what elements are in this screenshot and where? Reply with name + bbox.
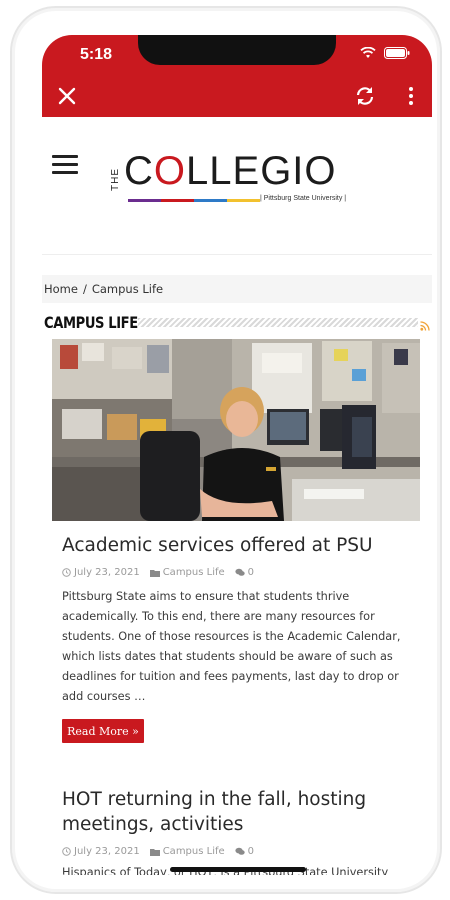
- article-meta: July 23, 2021 Campus Life 0: [62, 567, 264, 578]
- article-comments[interactable]: 0: [235, 846, 254, 857]
- section-hatch-divider: [138, 317, 418, 327]
- comment-icon: [235, 568, 245, 576]
- article-title-line: HOT returning in the fall, hosting: [62, 789, 367, 810]
- comment-icon: [235, 847, 245, 855]
- device-notch: [138, 35, 336, 65]
- article-date-text: July 23, 2021: [74, 567, 140, 578]
- article-title[interactable]: Academic services offered at PSU: [62, 533, 412, 558]
- more-vert-icon[interactable]: [406, 85, 416, 107]
- app-bar: 5:18: [42, 35, 432, 117]
- article-date-text: July 23, 2021: [74, 846, 140, 857]
- logo-wordmark: COLLEGIO: [124, 149, 337, 193]
- logo-subtitle: | Pittsburg State University |: [260, 195, 347, 202]
- article-card: HOT returning in the fall, hosting meeti…: [42, 771, 432, 875]
- read-more-button[interactable]: Read More »: [62, 719, 144, 743]
- logo-color-stripe: [128, 199, 260, 202]
- article-category-text: Campus Life: [162, 846, 225, 857]
- article-comments-count: 0: [247, 846, 255, 857]
- menu-icon[interactable]: [52, 155, 78, 174]
- folder-icon: [149, 848, 160, 856]
- breadcrumb-home[interactable]: Home: [44, 282, 78, 296]
- folder-icon: [149, 569, 160, 577]
- article-date: July 23, 2021: [62, 846, 140, 857]
- excerpt-line: Pittsburg State aims to ensure that stud…: [62, 590, 350, 603]
- clock-icon: [62, 568, 71, 577]
- section-title: CAMPUS LIFE: [44, 312, 138, 332]
- wifi-icon: [360, 47, 376, 58]
- screen: 5:18 THE COLLEGIO | Pittsburg State Univ…: [42, 35, 432, 875]
- article-category[interactable]: Campus Life: [149, 846, 225, 857]
- status-icons: [360, 47, 410, 59]
- article-comments[interactable]: 0: [235, 567, 254, 578]
- site-logo[interactable]: THE COLLEGIO | Pittsburg State Universit…: [110, 147, 365, 207]
- refresh-icon[interactable]: [354, 85, 376, 107]
- breadcrumb: Home / Campus Life: [42, 275, 432, 303]
- status-time: 5:18: [80, 46, 113, 63]
- app-bar-actions: [42, 85, 432, 115]
- breadcrumb-separator: /: [82, 282, 87, 296]
- clock-icon: [62, 847, 71, 856]
- site-header: THE COLLEGIO | Pittsburg State Universit…: [42, 117, 432, 255]
- article-title[interactable]: HOT returning in the fall, hosting meeti…: [62, 787, 412, 837]
- logo-prefix: THE: [110, 168, 121, 191]
- excerpt-line: deadlines for tuition and fees payments,…: [62, 670, 399, 683]
- excerpt-line: students. One of those resources is the …: [62, 630, 401, 643]
- article-meta: July 23, 2021 Campus Life 0: [62, 846, 264, 857]
- battery-icon: [384, 47, 410, 59]
- article-comments-count: 0: [247, 567, 255, 578]
- excerpt-line: academically. To this end, there are man…: [62, 610, 375, 623]
- article-date: July 23, 2021: [62, 567, 140, 578]
- article-image[interactable]: [52, 339, 420, 521]
- rss-icon[interactable]: [420, 321, 430, 331]
- article-card: Academic services offered at PSU July 23…: [42, 337, 432, 767]
- article-title-line: meetings, activities: [62, 814, 244, 835]
- close-icon[interactable]: [56, 85, 78, 107]
- home-indicator[interactable]: [170, 867, 306, 872]
- article-category[interactable]: Campus Life: [149, 567, 225, 578]
- section-header: CAMPUS LIFE: [44, 311, 430, 333]
- phone-frame: 5:18 THE COLLEGIO | Pittsburg State Univ…: [10, 6, 442, 894]
- excerpt-line: which lists dates that students should b…: [62, 650, 393, 663]
- excerpt-line: add courses …: [62, 690, 146, 703]
- article-category-text: Campus Life: [162, 567, 225, 578]
- breadcrumb-current: Campus Life: [91, 282, 164, 296]
- office-photo: [52, 339, 420, 521]
- article-excerpt: Pittsburg State aims to ensure that stud…: [62, 587, 402, 707]
